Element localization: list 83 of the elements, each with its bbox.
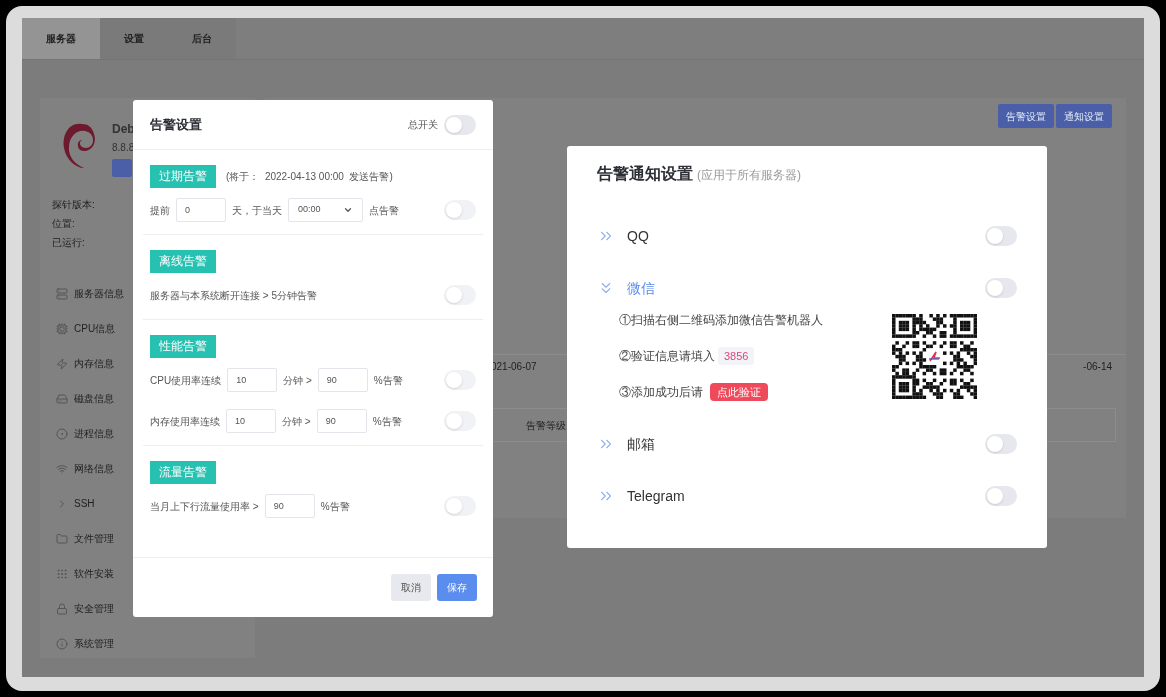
column-header: 告警等级	[526, 418, 566, 433]
sidebar-item[interactable]: 网络信息	[56, 451, 114, 486]
dot-icon	[56, 427, 68, 440]
toggle-switch[interactable]	[985, 434, 1017, 454]
sidebar-item[interactable]: CPU信息	[56, 311, 116, 346]
toggle-switch[interactable]	[985, 226, 1017, 246]
expiry-note: (将于： 2022-04-13 00:00 发送告警)	[226, 170, 393, 184]
info-icon	[56, 637, 68, 650]
axis-label: 021-06-07	[491, 360, 537, 374]
row-label: 提前	[150, 203, 170, 218]
section-tag: 性能告警	[150, 335, 216, 358]
info-label: 探针版本:	[52, 198, 95, 212]
number-field[interactable]: 10	[227, 368, 278, 392]
grid-icon	[56, 567, 68, 580]
toggle-switch[interactable]	[444, 200, 476, 220]
lightning-icon	[56, 357, 68, 370]
save-button[interactable]: 保存	[437, 574, 477, 601]
number-field[interactable]: 10	[226, 409, 276, 433]
sidebar-item[interactable]: 系统管理	[56, 626, 114, 661]
section-tag: 流量告警	[150, 461, 216, 484]
channel-name[interactable]: 微信	[627, 277, 985, 299]
row-label: 分钟 >	[283, 373, 312, 388]
action-button[interactable]	[112, 159, 132, 177]
folder-icon	[56, 532, 68, 545]
sidebar-item[interactable]: 服务器信息	[56, 276, 124, 311]
time-select[interactable]: 00:00	[288, 198, 363, 222]
sidebar-item[interactable]: 文件管理	[56, 521, 114, 556]
row-label: 天，于当天	[232, 203, 282, 218]
lock-icon	[56, 602, 68, 615]
axis-label: -06-14	[1083, 360, 1112, 374]
toggle-switch[interactable]	[444, 370, 476, 390]
switch-label: 总开关	[408, 118, 438, 132]
row-label: 当月上下行流量使用率 >	[150, 499, 259, 514]
step-text: ②验证信息请填入	[619, 348, 715, 365]
channel-name[interactable]: Telegram	[627, 485, 985, 507]
row-label: 服务器与本系统断开连接 > 5分钟告警	[150, 288, 317, 303]
toggle-switch[interactable]	[444, 496, 476, 516]
info-label: 已运行:	[52, 236, 85, 250]
channel-name[interactable]: QQ	[627, 225, 985, 247]
step-text: ③添加成功后请	[619, 384, 703, 401]
toggle-switch[interactable]	[985, 486, 1017, 506]
tab[interactable]: 设置	[100, 18, 168, 59]
wifi-icon	[56, 462, 68, 475]
dialog-title: 告警通知设置	[597, 164, 693, 184]
number-field[interactable]: 90	[264, 494, 315, 518]
toolbar-button[interactable]: 通知设置	[1056, 104, 1112, 128]
chip-icon	[56, 322, 68, 335]
cancel-button[interactable]: 取消	[391, 574, 431, 601]
tab[interactable]: 服务器	[22, 18, 100, 59]
row-label: %告警	[372, 414, 402, 429]
tab[interactable]: 后台	[168, 18, 236, 59]
verification-code: 3856	[718, 346, 755, 366]
dialog-subtitle: (应用于所有服务器)	[697, 167, 801, 184]
number-field[interactable]: 0	[176, 198, 226, 222]
row-label: %告警	[373, 373, 403, 388]
sidebar-item[interactable]: 安全管理	[56, 591, 114, 626]
section-tag: 离线告警	[150, 250, 216, 273]
toggle-switch[interactable]	[444, 285, 476, 305]
row-label: CPU使用率连续	[150, 373, 222, 388]
number-field[interactable]: 90	[317, 368, 368, 392]
sidebar-item[interactable]: 软件安装	[56, 556, 114, 591]
row-label: 分钟 >	[282, 414, 311, 429]
row-label: %告警	[320, 499, 350, 514]
sidebar-item[interactable]: 磁盘信息	[56, 381, 114, 416]
toggle-switch[interactable]	[444, 411, 476, 431]
section-tag: 过期告警	[150, 165, 216, 188]
number-field[interactable]: 90	[316, 409, 367, 433]
row-label: 内存使用率连续	[150, 414, 220, 429]
row-label: 点告警	[369, 203, 399, 218]
toolbar-button[interactable]: 告警设置	[998, 104, 1054, 128]
sidebar-item[interactable]: 进程信息	[56, 416, 114, 451]
chevron-down-icon	[343, 205, 353, 215]
drive-icon	[56, 392, 68, 405]
verify-link[interactable]: 点此验证	[710, 382, 768, 402]
info-label: 位置:	[52, 217, 75, 231]
sidebar-item[interactable]: SSH	[56, 486, 95, 521]
channel-name[interactable]: 邮箱	[627, 433, 985, 455]
dialog-title: 告警设置	[150, 115, 202, 134]
toggle-switch[interactable]	[985, 278, 1017, 298]
server-icon	[56, 287, 68, 300]
step-text: ①扫描右侧二维码添加微信告警机器人	[619, 312, 823, 329]
toggle-switch[interactable]	[444, 114, 476, 135]
sidebar-item[interactable]: 内存信息	[56, 346, 114, 381]
